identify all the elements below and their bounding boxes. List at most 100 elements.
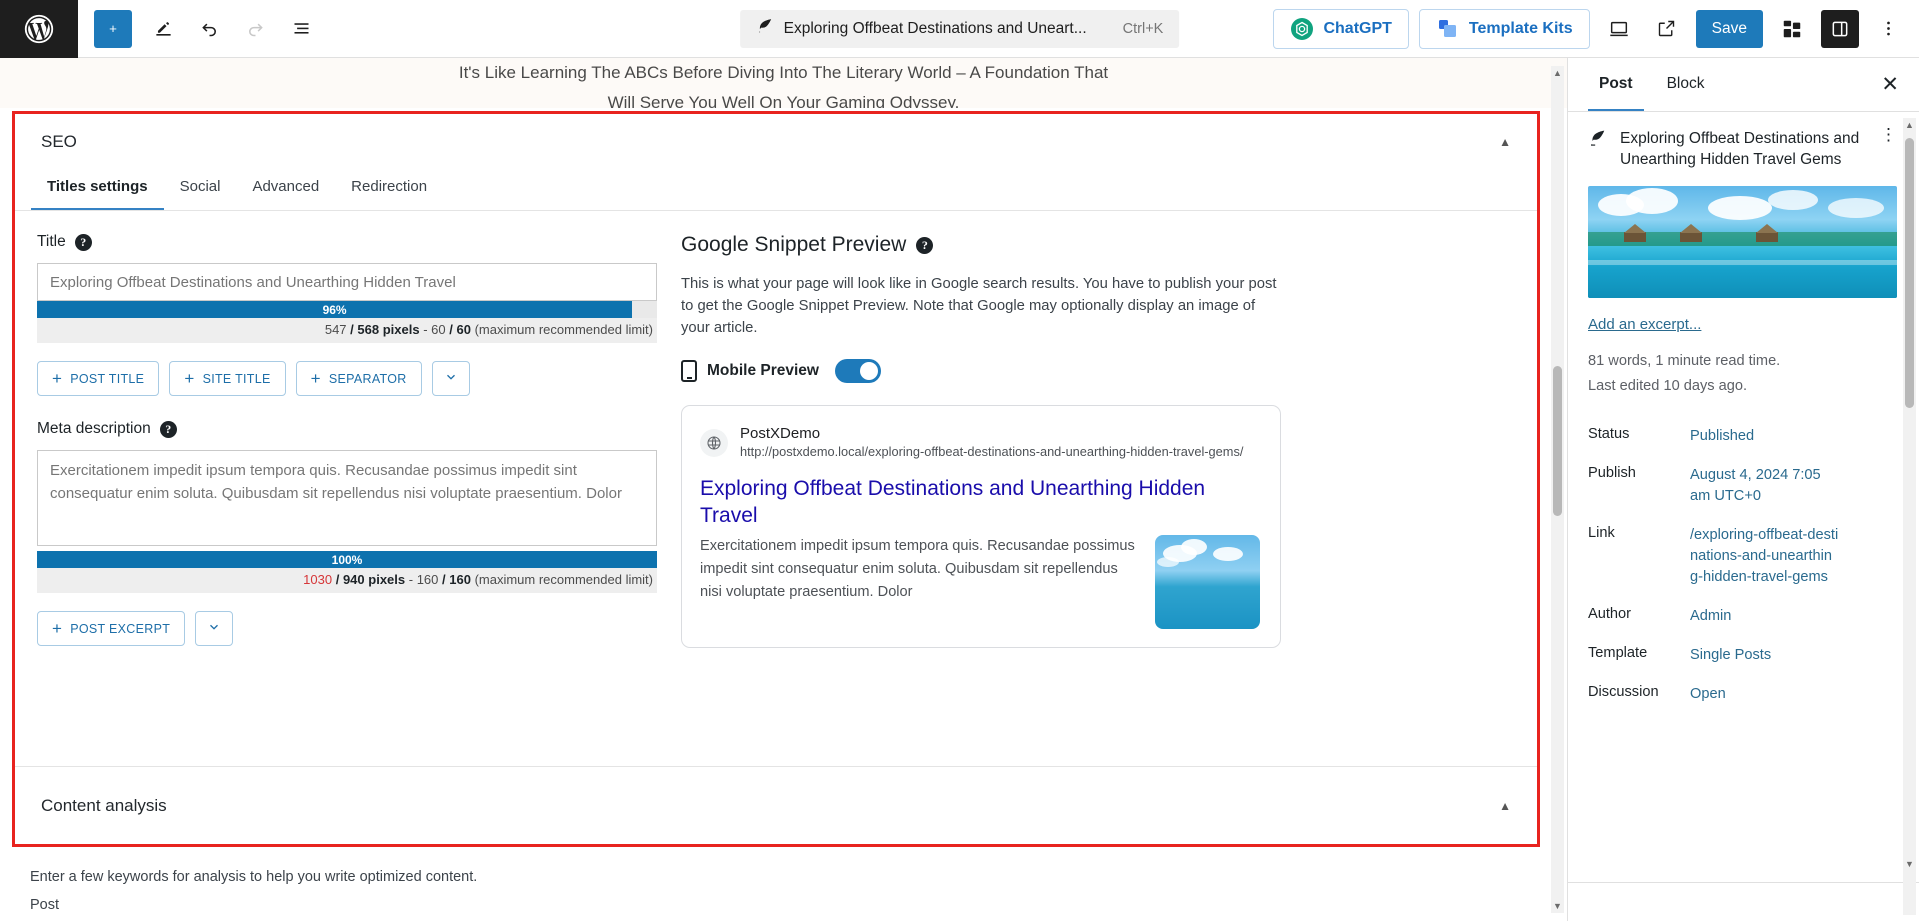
kebab-menu-icon[interactable] — [1869, 10, 1907, 48]
snippet-help-question-mark-icon[interactable]: ? — [916, 236, 934, 254]
author-value[interactable]: Admin — [1690, 606, 1731, 627]
title-more-variables-button[interactable] — [431, 361, 470, 396]
google-snippet-card: PostXDemo http://postxdemo.local/explori… — [681, 405, 1281, 648]
seo-title-input[interactable] — [37, 263, 657, 301]
document-title-text: Exploring Offbeat Destinations and Unear… — [783, 19, 1087, 37]
featured-image[interactable] — [1588, 186, 1897, 298]
external-link-icon[interactable] — [1648, 10, 1686, 48]
sidebar-tab-post[interactable]: Post — [1588, 58, 1644, 111]
publish-key: Publish — [1588, 465, 1636, 481]
chevron-down-icon — [207, 620, 221, 637]
author-key: Author — [1588, 606, 1631, 622]
scroll-down-arrow-icon[interactable]: ▼ — [1552, 901, 1563, 911]
sidebar-tab-block[interactable]: Block — [1656, 58, 1716, 111]
template-kits-label: Template Kits — [1468, 19, 1573, 37]
seo-fields-column: Title ? 96% 547 — [37, 233, 657, 648]
separator-label: SEPARATOR — [328, 371, 407, 386]
peek-line-2: Will Serve You Well On Your Gaming Odyss… — [607, 93, 960, 108]
insert-separator-button[interactable]: + SEPARATOR — [295, 361, 422, 396]
meta-pixels-unit: pixels — [368, 572, 406, 587]
snippet-result-title[interactable]: Exploring Offbeat Destinations and Unear… — [700, 475, 1260, 529]
meta-help-question-mark-icon[interactable]: ? — [159, 420, 177, 438]
post-attribute-publish: Publish August 4, 2024 7:05 am UTC+0 — [1588, 456, 1897, 516]
snippet-site-row: PostXDemo http://postxdemo.local/explori… — [700, 424, 1260, 461]
breadcrumb: Post — [30, 897, 60, 913]
snippet-result-description: Exercitationem impedit ipsum tempora qui… — [700, 538, 1135, 600]
editor-scrollbar-thumb[interactable] — [1553, 366, 1562, 516]
meta-more-variables-button[interactable] — [195, 611, 234, 646]
discussion-key: Discussion — [1588, 684, 1659, 700]
scroll-up-arrow-icon[interactable]: ▲ — [1552, 68, 1563, 78]
template-value[interactable]: Single Posts — [1690, 645, 1771, 666]
seo-collapse-chevron-up-icon[interactable]: ▲ — [1499, 135, 1511, 149]
list-view-icon[interactable] — [278, 6, 324, 52]
sidebar-scrollbar[interactable]: ▲ ▼ — [1903, 118, 1916, 915]
title-label-text: Title — [37, 233, 66, 250]
content-analysis-title: Content analysis — [41, 795, 167, 815]
feather-icon — [756, 17, 774, 40]
tab-social[interactable]: Social — [164, 166, 237, 210]
meta-chars-current: 160 — [416, 572, 439, 587]
editor-toolbar: + Exploring Offbeat Destinations and Une… — [0, 0, 1919, 58]
title-help-question-mark-icon[interactable]: ? — [74, 233, 92, 251]
mobile-phone-icon — [681, 360, 697, 382]
chatgpt-button[interactable]: ChatGPT — [1273, 8, 1409, 49]
blocks-icon[interactable] — [1773, 10, 1811, 48]
sidebar-scroll-up-arrow-icon[interactable]: ▲ — [1904, 120, 1915, 130]
seo-panel-body: Title ? 96% 547 — [15, 211, 1537, 648]
post-options-kebab-menu-icon[interactable]: ⋮ — [1880, 126, 1897, 143]
insert-post-title-button[interactable]: + POST TITLE — [37, 361, 160, 396]
undo-icon[interactable] — [186, 6, 232, 52]
insert-post-excerpt-button[interactable]: + POST EXCERPT — [37, 611, 186, 646]
status-badge[interactable]: Published — [1690, 426, 1754, 447]
meta-progress-label: 100% — [331, 552, 363, 567]
post-attribute-status: Status Published — [1588, 417, 1897, 456]
meta-chars-max: 160 — [449, 572, 471, 587]
add-excerpt-link[interactable]: Add an excerpt... — [1588, 316, 1897, 333]
document-title-bar[interactable]: Exploring Offbeat Destinations and Unear… — [739, 9, 1180, 48]
sidebar-scroll-down-arrow-icon[interactable]: ▼ — [1904, 859, 1915, 869]
plus-icon: + — [184, 369, 195, 388]
desktop-preview-icon[interactable] — [1600, 10, 1638, 48]
redo-icon[interactable] — [232, 6, 278, 52]
sidebar-toggle-icon[interactable] — [1821, 9, 1859, 48]
chevron-down-icon — [444, 370, 458, 387]
seo-tabs: Titles settings Social Advanced Redirect… — [15, 166, 1537, 211]
plus-icon: + — [52, 619, 63, 638]
editor-canvas: It's Like Learning The ABCs Before Divin… — [0, 58, 1567, 921]
meta-length-meter: 100% 1030 / 940 pixels - 160 / 160 (maxi… — [37, 551, 657, 593]
editor-scrollbar[interactable]: ▲ ▼ — [1551, 66, 1564, 913]
tab-titles-settings[interactable]: Titles settings — [31, 166, 164, 210]
seo-meta-description-textarea[interactable] — [37, 450, 657, 546]
wordpress-logo-icon[interactable] — [0, 0, 78, 58]
add-block-button[interactable]: + — [94, 9, 132, 48]
template-kits-button[interactable]: Template Kits — [1418, 8, 1590, 49]
plus-icon: + — [310, 369, 321, 388]
content-analysis-chevron-up-icon[interactable]: ▲ — [1499, 799, 1511, 813]
post-attribute-author: Author Admin — [1588, 597, 1897, 636]
tab-advanced[interactable]: Advanced — [236, 166, 335, 210]
seo-panel-title: SEO — [41, 132, 77, 151]
title-length-meter: 96% 547 / 568 pixels - 60 / 60 (maximum … — [37, 301, 657, 343]
post-attribute-discussion: Discussion Open — [1588, 675, 1897, 714]
chatgpt-label: ChatGPT — [1323, 19, 1392, 37]
meta-description-label: Meta description ? — [37, 420, 657, 438]
edit-pencil-icon[interactable] — [140, 6, 186, 52]
discussion-value[interactable]: Open — [1690, 684, 1726, 705]
close-icon[interactable]: ✕ — [1875, 68, 1905, 101]
meta-limit-note: (maximum recommended limit) — [474, 572, 653, 587]
post-attribute-template: Template Single Posts — [1588, 636, 1897, 675]
save-button[interactable]: Save — [1695, 9, 1763, 48]
mobile-preview-toggle[interactable] — [834, 359, 881, 383]
post-settings-sidebar: Post Block ✕ Exploring Offbeat Destinati… — [1567, 58, 1919, 921]
link-value[interactable]: /exploring-offbeat-destinations-and-unea… — [1690, 525, 1840, 588]
plus-icon: + — [52, 369, 63, 388]
meta-length-readout: 1030 / 940 pixels - 160 / 160 (maximum r… — [37, 568, 657, 593]
insert-site-title-button[interactable]: + SITE TITLE — [169, 361, 286, 396]
title-pixels-max: 568 — [357, 322, 380, 337]
title-length-readout: 547 / 568 pixels - 60 / 60 (maximum reco… — [37, 318, 657, 343]
publish-date-value[interactable]: August 4, 2024 7:05 am UTC+0 — [1690, 465, 1840, 507]
tab-redirection[interactable]: Redirection — [335, 166, 443, 210]
sidebar-scrollbar-thumb[interactable] — [1905, 138, 1914, 408]
seo-panel-header: SEO ▲ — [15, 114, 1537, 166]
